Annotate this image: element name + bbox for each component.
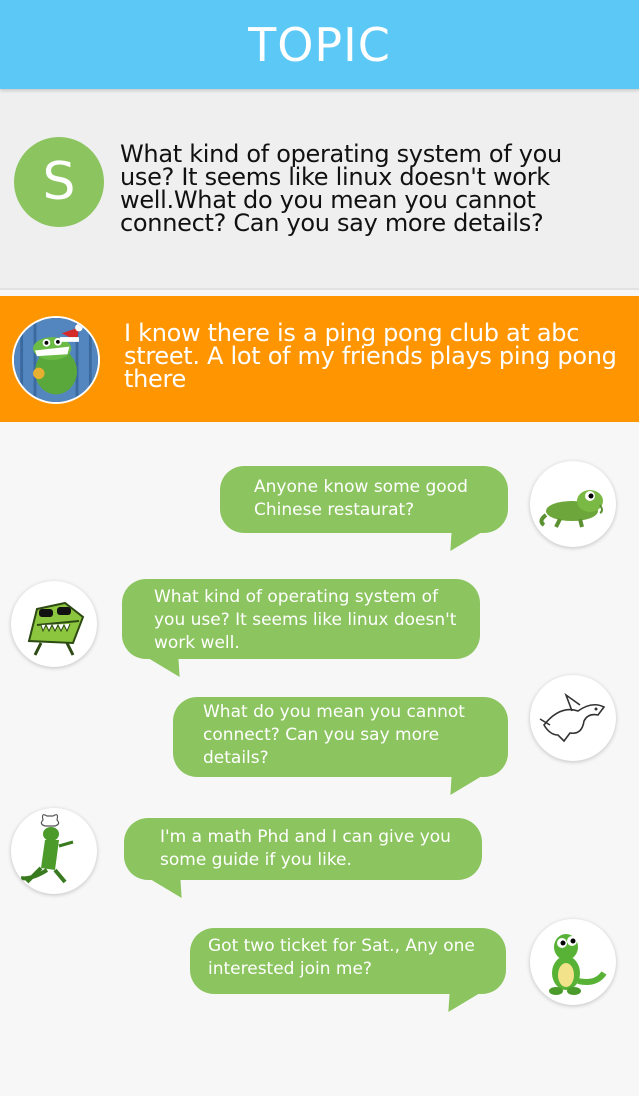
dragon-sketch-avatar-icon[interactable] xyxy=(530,675,616,761)
bubble-tail xyxy=(444,775,484,795)
crocodile-sunglasses-avatar-icon[interactable] xyxy=(11,581,97,667)
avatar-letter: S xyxy=(42,152,76,212)
bubble-tail xyxy=(146,657,186,677)
topic-card[interactable]: S What kind of operating system of you u… xyxy=(0,89,639,290)
lizard-avatar-icon[interactable] xyxy=(530,461,616,547)
message-text: What kind of operating system of you use… xyxy=(154,587,457,653)
chat-bubble[interactable]: Got two ticket for Sat., Any one interes… xyxy=(190,928,506,1012)
bubble-tail xyxy=(442,992,482,1012)
featured-reply-card[interactable]: I know there is a ping pong club at abc … xyxy=(0,296,639,422)
message-text: Got two ticket for Sat., Any one interes… xyxy=(208,936,475,979)
chat-bubble[interactable]: Anyone know some good Chinese restaurat? xyxy=(220,466,508,551)
chat-bubble[interactable]: What kind of operating system of you use… xyxy=(122,579,480,677)
bubble-tail xyxy=(444,531,484,551)
header-bar: TOPIC xyxy=(0,0,639,89)
featured-reply-text: I know there is a ping pong club at abc … xyxy=(124,319,617,393)
avatar[interactable]: S xyxy=(14,137,104,227)
message-text: What do you mean you cannot connect? Can… xyxy=(203,702,465,768)
message-text: I'm a math Phd and I can give you some g… xyxy=(160,827,451,870)
topic-text: What kind of operating system of you use… xyxy=(120,140,562,237)
message-text: Anyone know some good Chinese restaurat? xyxy=(254,477,468,520)
bubble-tail xyxy=(148,878,188,898)
chat-bubble[interactable]: I'm a math Phd and I can give you some g… xyxy=(124,818,482,898)
chef-crocodile-avatar-icon[interactable] xyxy=(11,808,97,894)
cartoon-crocodile-avatar-icon[interactable] xyxy=(530,919,616,1005)
page-title: TOPIC xyxy=(248,17,391,72)
crocodile-santa-avatar-icon[interactable] xyxy=(12,316,100,404)
chat-bubble[interactable]: What do you mean you cannot connect? Can… xyxy=(173,697,508,795)
